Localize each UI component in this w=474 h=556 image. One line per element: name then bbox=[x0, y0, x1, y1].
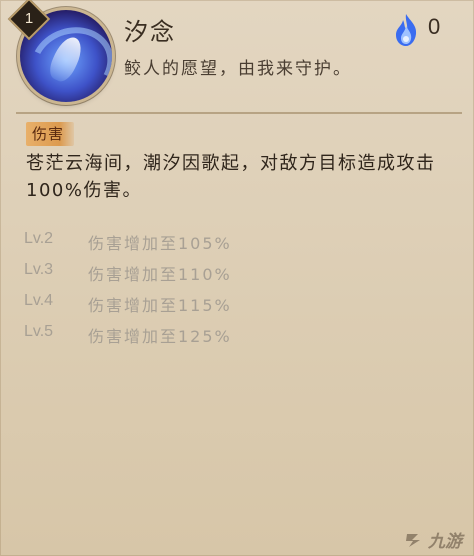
cost-value: 0 bbox=[428, 14, 441, 39]
level-label: Lv.4 bbox=[24, 292, 54, 309]
header-divider bbox=[16, 112, 462, 114]
skill-quote: 鲛人的愿望，由我来守护。 bbox=[124, 59, 352, 79]
skill-name: 汐念 bbox=[124, 18, 176, 46]
level-label: Lv.2 bbox=[24, 230, 54, 247]
level-effect: 伤害增加至115% bbox=[88, 296, 232, 315]
level-row: Lv.2 伤害增加至105% bbox=[24, 230, 444, 261]
level-row: Lv.5 伤害增加至125% bbox=[24, 323, 444, 354]
level-effect: 伤害增加至125% bbox=[88, 327, 232, 346]
level-effect: 伤害增加至105% bbox=[88, 234, 232, 253]
watermark: 九游 bbox=[404, 527, 462, 552]
level-row: Lv.3 伤害增加至110% bbox=[24, 261, 444, 292]
skill-description: 苍茫云海间，潮汐因歌起，对敌方目标造成攻击100%伤害。 bbox=[26, 153, 436, 201]
level-row: Lv.4 伤害增加至115% bbox=[24, 292, 444, 323]
skill-detail-panel: 1 汐念 鲛人的愿望，由我来守护。 0 伤害 苍茫云海间，潮汐因歌起，对敌方目标… bbox=[0, 0, 474, 556]
level-upgrade-list: Lv.2 伤害增加至105% Lv.3 伤害增加至110% Lv.4 伤害增加至… bbox=[24, 230, 444, 354]
blue-fire-icon bbox=[396, 14, 417, 46]
watermark-text: 九游 bbox=[428, 532, 462, 552]
jiuyou-logo-icon bbox=[406, 533, 420, 547]
level-label: Lv.5 bbox=[24, 323, 54, 340]
level-effect: 伤害增加至110% bbox=[88, 265, 232, 284]
skill-type-tag: 伤害 bbox=[26, 122, 75, 146]
level-label: Lv.3 bbox=[24, 261, 54, 278]
level-badge-text: 1 bbox=[24, 10, 34, 27]
